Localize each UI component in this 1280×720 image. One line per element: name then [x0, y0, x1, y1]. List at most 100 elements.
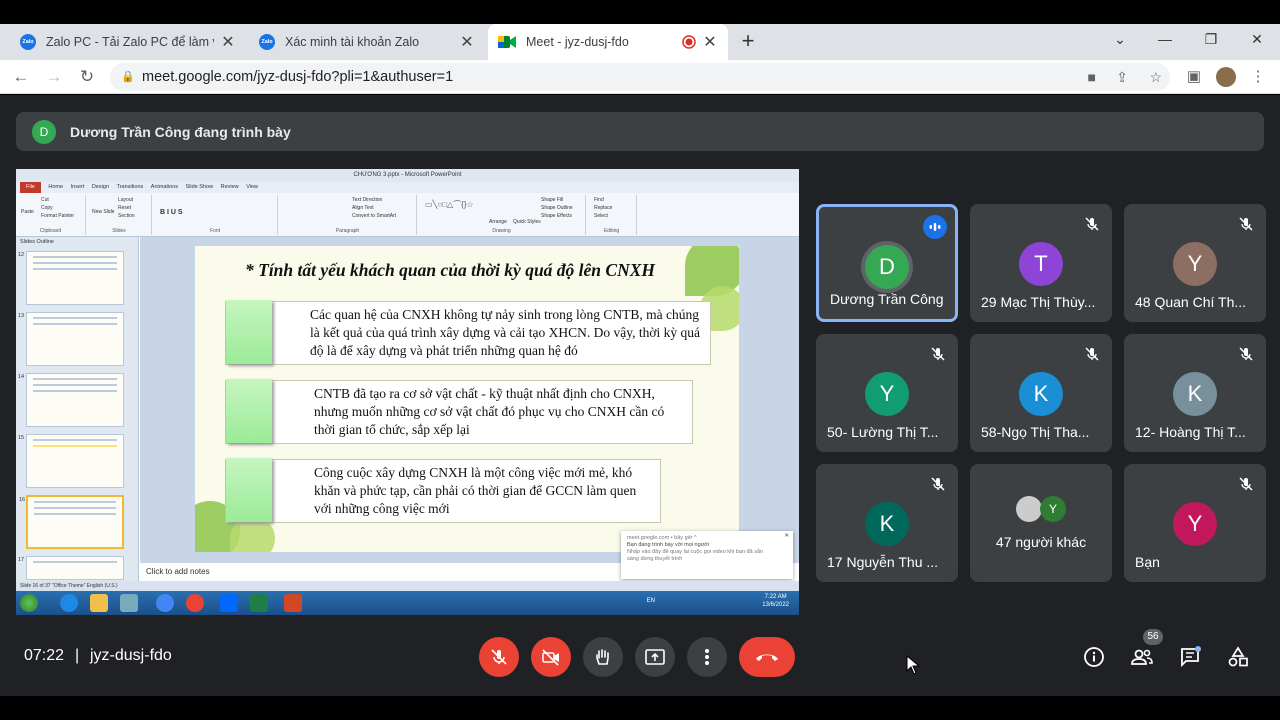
raise-hand-button[interactable] — [583, 637, 623, 677]
slide-canvas[interactable]: * Tính tất yếu khách quan của thời kỳ qu… — [195, 246, 739, 552]
bookmark-star-icon[interactable]: ☆ — [1149, 63, 1162, 91]
browser-tab-zalo-verify[interactable]: Zalo Xác minh tài khoản Zalo ✕ — [249, 24, 485, 60]
close-tab-icon[interactable]: ✕ — [220, 32, 236, 52]
slide-thumbnail[interactable]: 12 — [18, 251, 124, 305]
zalo-icon[interactable] — [220, 594, 238, 612]
slide-content-box[interactable]: Công cuộc xây dựng CNXH là một công việc… — [225, 458, 661, 523]
ppt-tab-review[interactable]: Review — [221, 182, 239, 193]
share-icon[interactable]: ⇪ — [1116, 63, 1128, 91]
slide-content-box[interactable]: Các quan hệ của CNXH không tự nảy sinh t… — [225, 300, 711, 365]
close-icon[interactable]: ✕ — [784, 533, 789, 540]
slide-thumbnail[interactable]: 15 — [18, 434, 124, 488]
shapes-gallery[interactable]: ▭╲○□△⌒{}☆ — [425, 199, 474, 210]
participant-tile[interactable]: T 29 Mạc Thị Thùy... — [970, 204, 1112, 322]
shape-fill-button[interactable]: Shape Fill — [541, 197, 563, 203]
reset-button[interactable]: Reset — [118, 205, 131, 211]
new-tab-button[interactable]: + — [738, 24, 758, 60]
menu-kebab-icon[interactable]: ⋮ — [1245, 64, 1271, 90]
layout-button[interactable]: Layout — [118, 197, 133, 203]
chrome-icon[interactable] — [186, 594, 204, 612]
replace-button[interactable]: Replace — [594, 205, 612, 211]
back-button[interactable]: ← — [8, 64, 34, 90]
chat-icon — [1181, 646, 1201, 668]
chat-button[interactable] — [1175, 642, 1205, 672]
participant-photo — [1016, 496, 1042, 522]
participant-tile[interactable]: D Dương Trần Công — [816, 204, 958, 322]
ppt-tab-transitions[interactable]: Transitions — [117, 182, 144, 193]
profile-avatar[interactable] — [1213, 64, 1239, 90]
sharing-notification[interactable]: meet.google.com • bây giờ ^ Bạn đang trì… — [621, 531, 793, 579]
camera-icon[interactable]: ■ — [1088, 63, 1096, 91]
participant-tile[interactable]: K 58-Ngọ Thị Tha... — [970, 334, 1112, 452]
ppt-tab-home[interactable]: Home — [48, 182, 63, 193]
slide-thumbnail[interactable]: 14 — [18, 373, 124, 427]
slide-thumbnail-selected[interactable]: 16 — [19, 495, 124, 549]
smartart-button[interactable]: Convert to SmartArt — [352, 213, 396, 219]
excel-icon[interactable] — [250, 594, 268, 612]
slide-content-box[interactable]: CNTB đã tạo ra cơ sở vật chất - kỹ thuật… — [225, 379, 693, 444]
language-indicator[interactable]: EN — [647, 598, 655, 604]
close-tab-icon[interactable]: ✕ — [459, 32, 475, 52]
ie-icon[interactable] — [60, 594, 78, 612]
tab-search-icon[interactable]: ⌄ — [1105, 24, 1135, 54]
forward-button[interactable]: → — [41, 64, 67, 90]
ppt-tab-view[interactable]: View — [246, 182, 258, 193]
paste-button[interactable]: Paste — [21, 209, 34, 215]
format-painter-button[interactable]: Format Painter — [41, 213, 74, 219]
tab-strip: Zalo Zalo PC - Tải Zalo PC để làm việc ✕… — [0, 24, 1280, 60]
people-button[interactable] — [1127, 642, 1157, 672]
leave-call-button[interactable] — [739, 637, 795, 677]
shared-screen[interactable]: CHƯƠNG 3.pptx - Microsoft PowerPoint Fil… — [16, 169, 799, 615]
browser-tab-zalo-pc[interactable]: Zalo Zalo PC - Tải Zalo PC để làm việc ✕ — [10, 24, 246, 60]
address-bar[interactable]: 🔒 meet.google.com/jyz-dusj-fdo?pli=1&aut… — [110, 63, 1170, 91]
section-button[interactable]: Section — [118, 213, 135, 219]
slide-thumbnail[interactable]: 13 — [18, 312, 124, 366]
participant-tile[interactable]: K 12- Hoàng Thị T... — [1124, 334, 1266, 452]
ppt-tab-slideshow[interactable]: Slide Show — [186, 182, 214, 193]
quick-styles-button[interactable]: Quick Styles — [513, 219, 541, 225]
start-button-icon[interactable] — [20, 594, 38, 612]
ppt-tab-design[interactable]: Design — [92, 182, 109, 193]
meeting-details-button[interactable] — [1079, 642, 1109, 672]
ppt-tab-file[interactable]: File — [20, 182, 41, 193]
close-tab-icon[interactable]: ✕ — [702, 32, 718, 52]
others-tile[interactable]: Y 47 người khác — [970, 464, 1112, 582]
outline-tab[interactable]: Outline — [37, 239, 54, 245]
participant-tile[interactable]: Y 50- Lường Thị T... — [816, 334, 958, 452]
align-text-button[interactable]: Align Text — [352, 205, 374, 211]
self-tile[interactable]: Y Bạn — [1124, 464, 1266, 582]
shape-effects-button[interactable]: Shape Effects — [541, 213, 572, 219]
cut-button[interactable]: Cut — [41, 197, 49, 203]
browser-tab-meet[interactable]: Meet - jyz-dusj-fdo ✕ — [488, 24, 728, 60]
shape-outline-button[interactable]: Shape Outline — [541, 205, 573, 211]
explorer-icon[interactable] — [90, 594, 108, 612]
reload-button[interactable]: ↻ — [74, 64, 100, 90]
mic-toggle-button[interactable] — [479, 637, 519, 677]
ppt-editing-area: * Tính tất yếu khách quan của thời kỳ qu… — [140, 237, 799, 581]
participant-tile[interactable]: Y 48 Quan Chí Th... — [1124, 204, 1266, 322]
slide-thumbnail[interactable]: 17 — [18, 556, 124, 580]
present-button[interactable] — [635, 637, 675, 677]
presenter-avatar: D — [32, 119, 56, 144]
powerpoint-icon[interactable] — [284, 594, 302, 612]
ppt-tab-animations[interactable]: Animations — [151, 182, 178, 193]
chrome-icon[interactable] — [156, 594, 174, 612]
activities-button[interactable] — [1223, 642, 1253, 672]
font-format-buttons[interactable]: B I U S — [160, 209, 183, 216]
text-direction-button[interactable]: Text Direction — [352, 197, 382, 203]
arrange-button[interactable]: Arrange — [489, 219, 507, 225]
side-panel-icon[interactable]: ▣ — [1181, 64, 1207, 90]
ppt-tab-insert[interactable]: Insert — [71, 182, 85, 193]
participant-tile[interactable]: K 17 Nguyễn Thu ... — [816, 464, 958, 582]
close-window-button[interactable]: ✕ — [1242, 24, 1272, 54]
select-button[interactable]: Select — [594, 213, 608, 219]
media-icon[interactable] — [120, 594, 138, 612]
camera-toggle-button[interactable] — [531, 637, 571, 677]
find-button[interactable]: Find — [594, 197, 604, 203]
more-options-button[interactable] — [687, 637, 727, 677]
new-slide-button[interactable]: New Slide — [92, 209, 115, 215]
restore-button[interactable]: ❐ — [1196, 24, 1226, 54]
slides-tab[interactable]: Slides — [20, 239, 35, 245]
minimize-button[interactable]: — — [1150, 24, 1180, 54]
copy-button[interactable]: Copy — [41, 205, 53, 211]
